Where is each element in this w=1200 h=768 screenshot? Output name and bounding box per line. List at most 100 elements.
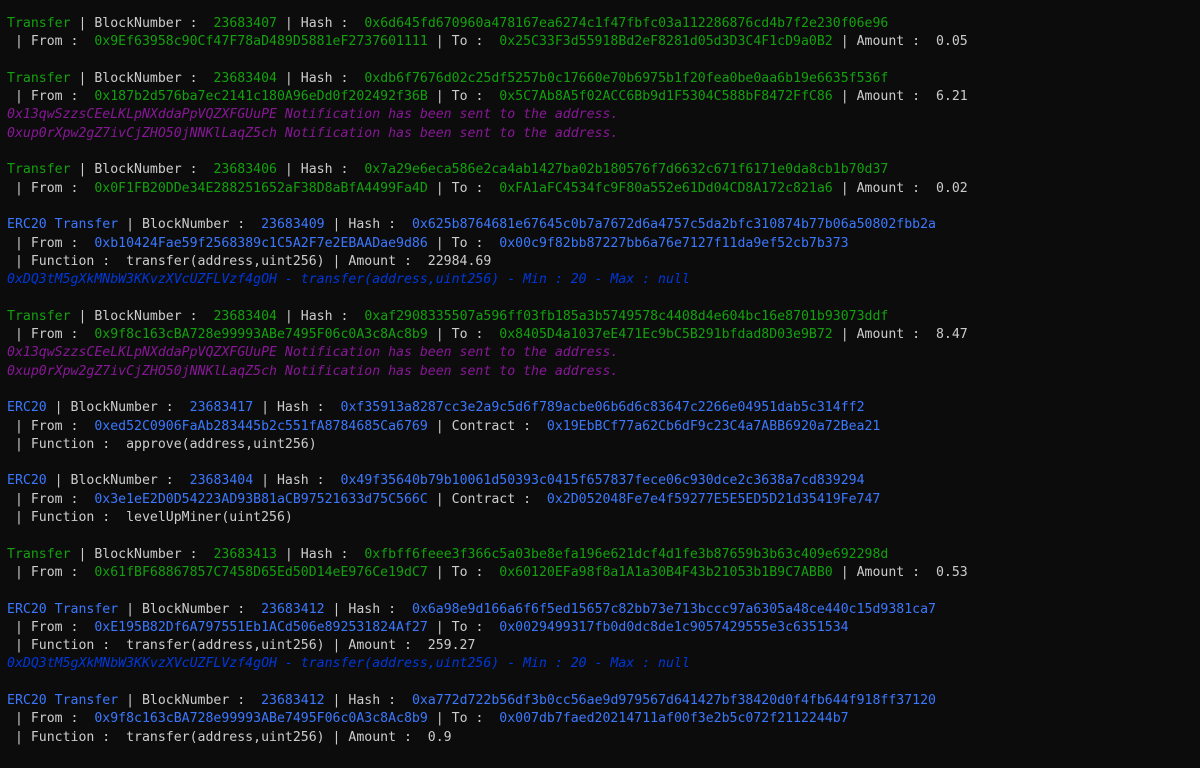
line-segment: | Hash :: [324, 692, 412, 708]
terminal-line: Transfer | BlockNumber : 23683404 | Hash…: [7, 308, 1200, 326]
line-segment: | Contract :: [427, 491, 547, 507]
terminal-line: | Function : transfer(address,uint256) |…: [7, 637, 1200, 655]
line-segment: | From :: [7, 89, 95, 105]
line-segment: | From :: [7, 34, 95, 50]
line-segment: 0x49f35640b79b10061d50393c0415f657837fec…: [340, 473, 865, 489]
line-segment: 0x2D052048Fe7e4f59277E5E5ED5D21d35419Fe7…: [546, 491, 881, 507]
line-segment: | Amount : 0.02: [832, 180, 968, 196]
line-segment: 0x13qwSzzsCEeLKLpNXddaPpVQZXFGUuPE Notif…: [7, 107, 619, 123]
line-segment: | To :: [427, 619, 500, 635]
line-segment: | Hash :: [324, 217, 412, 233]
line-segment: | BlockNumber :: [118, 601, 262, 617]
line-segment: 0x60120EFa98f8a1A1a30B4F43b21053b1B9C7AB…: [499, 564, 833, 580]
terminal-line: | From : 0xb10424Fae59f2568389c1C5A2F7e2…: [7, 235, 1200, 253]
terminal-line: | From : 0x9f8c163cBA728e99993ABe7495F06…: [7, 710, 1200, 728]
line-segment: | From :: [7, 619, 95, 635]
line-segment: | Hash :: [324, 601, 412, 617]
line-segment: 23683409: [261, 217, 325, 233]
line-segment: 0x13qwSzzsCEeLKLpNXddaPpVQZXFGUuPE Notif…: [7, 345, 619, 361]
line-segment: 0x9Ef63958c90Cf47F78aD489D5881eF27376011…: [94, 34, 428, 50]
line-segment: ERC20 Transfer: [7, 601, 119, 617]
line-segment: | From :: [7, 418, 95, 434]
line-segment: 23683412: [261, 601, 325, 617]
line-segment: | Hash :: [253, 473, 341, 489]
line-segment: | Amount : 6.21: [832, 89, 968, 105]
line-segment: ERC20 Transfer: [7, 692, 119, 708]
line-segment: | BlockNumber :: [46, 473, 190, 489]
line-segment: | To :: [427, 180, 500, 196]
terminal-line: | Function : levelUpMiner(uint256): [7, 509, 1200, 527]
line-segment: 0x625b8764681e67645c0b7a7672d6a4757c5da2…: [411, 217, 936, 233]
terminal-line: ERC20 | BlockNumber : 23683417 | Hash : …: [7, 399, 1200, 417]
line-segment: 0x187b2d576ba7ec2141c180A96eDd0f202492f3…: [94, 89, 428, 105]
line-segment: | BlockNumber :: [70, 308, 214, 324]
terminal-line: | From : 0xE195B82Df6A797551Eb1ACd506e89…: [7, 619, 1200, 637]
terminal-line: | From : 0x187b2d576ba7ec2141c180A96eDd0…: [7, 88, 1200, 106]
line-segment: | To :: [427, 564, 500, 580]
line-segment: 23683406: [213, 162, 277, 178]
terminal-line: ERC20 Transfer | BlockNumber : 23683409 …: [7, 216, 1200, 234]
line-segment: 0x0F1FB20DDe34E288251652aF38D8aBfA4499Fa…: [94, 180, 428, 196]
line-segment: | From :: [7, 235, 95, 251]
line-segment: | Hash :: [276, 16, 365, 31]
line-segment: | Hash :: [253, 400, 341, 416]
line-segment: | BlockNumber :: [118, 217, 262, 233]
terminal-line: | Function : transfer(address,uint256) |…: [7, 253, 1200, 271]
line-segment: 23683404: [213, 70, 277, 86]
terminal-line: | From : 0x9f8c163cBA728e99993ABe7495F06…: [7, 326, 1200, 344]
line-segment: 0xE195B82Df6A797551Eb1ACd506e892531824Af…: [94, 619, 428, 635]
terminal-line: | From : 0x61fBF68867857C7458D65Ed50D14e…: [7, 564, 1200, 582]
terminal-line: | Function : transfer(address,uint256) |…: [7, 729, 1200, 747]
line-segment: | Function : transfer(address,uint256) |…: [7, 638, 476, 654]
line-segment: 23683404: [213, 308, 277, 324]
line-segment: | To :: [427, 711, 500, 727]
line-segment: ERC20: [7, 400, 47, 416]
line-segment: | From :: [7, 564, 95, 580]
line-segment: 0x0029499317fb0d0dc8de1c9057429555e3c635…: [499, 619, 849, 635]
line-segment: | Hash :: [276, 308, 365, 324]
line-segment: 0xb10424Fae59f2568389c1C5A2F7e2EBAADae9d…: [94, 235, 428, 251]
line-segment: | BlockNumber :: [70, 70, 214, 86]
line-segment: 0x5C7Ab8A5f02ACC6Bb9d1F5304C588bF8472FfC…: [499, 89, 833, 105]
terminal-line: 0xDQ3tM5gXkMNbW3KKvzXVcUZFLVzf4gOH - tra…: [7, 655, 1200, 673]
line-segment: 0x9f8c163cBA728e99993ABe7495F06c0A3c8Ac8…: [94, 327, 428, 343]
line-segment: 0xdb6f7676d02c25df5257b0c17660e70b6975b1…: [364, 70, 889, 86]
line-segment: | Function : transfer(address,uint256) |…: [7, 729, 452, 745]
terminal-line: Transfer | BlockNumber : 23683407 | Hash…: [7, 15, 1200, 33]
line-segment: 0xup0rXpw2gZ7ivCjZHO50jNNKlLaqZ5ch Notif…: [7, 125, 619, 141]
terminal-line: ERC20 Transfer | BlockNumber : 23683412 …: [7, 692, 1200, 710]
line-segment: | Hash :: [276, 70, 365, 86]
line-segment: 0xFA1aFC4534fc9F80a552e61Dd04CD8A172c821…: [499, 180, 833, 196]
line-segment: | From :: [7, 491, 95, 507]
terminal-line: | From : 0xed52C0906FaAb283445b2c551fA87…: [7, 418, 1200, 436]
line-segment: | To :: [427, 327, 500, 343]
terminal-line: Transfer | BlockNumber : 23683406 | Hash…: [7, 161, 1200, 179]
line-segment: | BlockNumber :: [118, 692, 262, 708]
terminal-line: 0xDQ3tM5gXkMNbW3KKvzXVcUZFLVzf4gOH - tra…: [7, 271, 1200, 289]
line-segment: | Contract :: [427, 418, 547, 434]
line-segment: 0x3e1eE2D0D54223AD93B81aCB97521633d75C56…: [94, 491, 428, 507]
line-segment: | Amount : 0.53: [832, 564, 968, 580]
line-segment: ERC20 Transfer: [7, 217, 119, 233]
line-segment: 0x7a29e6eca586e2ca4ab1427ba02b180576f7d6…: [364, 162, 889, 178]
line-segment: Transfer: [7, 162, 71, 178]
line-segment: 23683404: [189, 473, 254, 489]
line-segment: | From :: [7, 327, 95, 343]
line-segment: 0x6d645fd670960a478167ea6274c1f47fbfc03a…: [364, 16, 889, 31]
line-segment: 23683413: [213, 546, 277, 562]
line-segment: | Hash :: [276, 162, 365, 178]
line-segment: Transfer: [7, 546, 71, 562]
terminal-line: 0x13qwSzzsCEeLKLpNXddaPpVQZXFGUuPE Notif…: [7, 106, 1200, 124]
terminal-line: 0x13qwSzzsCEeLKLpNXddaPpVQZXFGUuPE Notif…: [7, 344, 1200, 362]
terminal-line: ERC20 Transfer | BlockNumber : 23683412 …: [7, 601, 1200, 619]
line-segment: | To :: [427, 89, 500, 105]
line-segment: | BlockNumber :: [70, 162, 214, 178]
line-segment: 0xf35913a8287cc3e2a9c5d6f789acbe06b6d6c8…: [340, 400, 865, 416]
